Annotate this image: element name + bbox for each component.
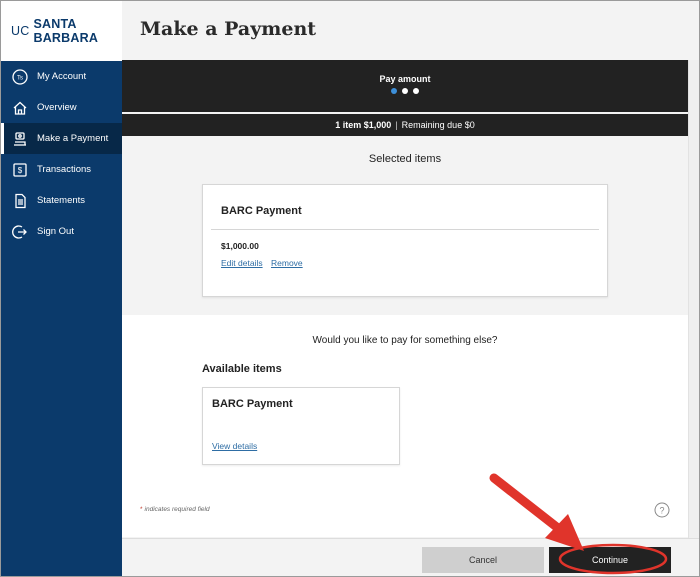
document-icon — [11, 192, 29, 210]
sidebar-item-sign-out[interactable]: Sign Out — [1, 216, 122, 247]
help-icon[interactable]: ? — [654, 502, 670, 518]
page-title: Make a Payment — [140, 18, 317, 40]
edit-details-link[interactable]: Edit details — [221, 258, 263, 268]
logo-santa-barbara: SANTA BARBARA — [33, 17, 99, 45]
selected-item-card: BARC Payment $1,000.00 Edit details Remo… — [202, 184, 608, 297]
svg-text:$: $ — [18, 166, 23, 175]
logo-uc: UC — [11, 24, 30, 38]
continue-button[interactable]: Continue — [549, 547, 671, 573]
sidebar-item-statements[interactable]: Statements — [1, 185, 122, 216]
required-star: * — [140, 506, 143, 513]
required-field-note: * indicates required field — [140, 506, 210, 513]
pay-something-else-question: Would you like to pay for something else… — [312, 335, 498, 346]
card-divider — [211, 229, 599, 230]
ucsb-logo: UC SANTA BARBARA — [1, 1, 122, 61]
action-footer: Cancel Continue — [122, 538, 699, 576]
summary-separator: | — [395, 120, 398, 130]
payment-summary-bar: 1 item $1,000 | Remaining due $0 — [122, 114, 688, 136]
sidebar: UC SANTA BARBARA Ts My Account Overview … — [1, 1, 122, 576]
svg-text:Ts: Ts — [17, 75, 23, 81]
sidebar-item-transactions[interactable]: $ Transactions — [1, 154, 122, 185]
step-dot — [413, 88, 419, 94]
svg-text:?: ? — [659, 506, 664, 516]
dollar-receipt-icon: $ — [11, 161, 29, 179]
sidebar-item-overview[interactable]: Overview — [1, 92, 122, 123]
sign-out-icon — [11, 223, 29, 241]
available-item-card: BARC Payment View details — [202, 387, 400, 465]
summary-remaining: Remaining due $0 — [401, 120, 475, 130]
sidebar-item-label: My Account — [37, 71, 87, 82]
main-content: Make a Payment Pay amount 1 item $1,000 … — [122, 1, 699, 576]
summary-items: 1 item $1,000 — [335, 120, 392, 130]
sidebar-item-label: Overview — [37, 102, 77, 113]
selected-item-name: BARC Payment — [221, 205, 302, 217]
cancel-button[interactable]: Cancel — [422, 547, 544, 573]
available-items-title: Available items — [202, 363, 282, 375]
payment-icon — [11, 130, 29, 148]
step-dot — [402, 88, 408, 94]
sidebar-nav: Ts My Account Overview Make a Payment $ … — [1, 61, 122, 247]
step-dot-active — [391, 88, 397, 94]
selected-item-amount: $1,000.00 — [221, 241, 259, 251]
remove-link[interactable]: Remove — [271, 258, 303, 268]
sidebar-item-make-a-payment[interactable]: Make a Payment — [1, 123, 122, 154]
scrollbar[interactable] — [688, 60, 699, 538]
sidebar-item-my-account[interactable]: Ts My Account — [1, 61, 122, 92]
sidebar-item-label: Statements — [37, 195, 86, 206]
available-item-name: BARC Payment — [212, 398, 293, 410]
sidebar-item-label: Transactions — [37, 164, 92, 175]
step-label: Pay amount — [379, 74, 431, 84]
selected-items-title: Selected items — [368, 153, 442, 165]
ts-badge-icon: Ts — [11, 68, 29, 86]
step-indicator — [122, 88, 688, 94]
required-text: indicates required field — [144, 506, 210, 513]
sidebar-item-label: Make a Payment — [37, 133, 109, 144]
home-icon — [11, 99, 29, 117]
progress-header: Pay amount — [122, 60, 688, 112]
available-items-section: Would you like to pay for something else… — [122, 315, 688, 537]
sidebar-item-label: Sign Out — [37, 226, 74, 237]
view-details-link[interactable]: View details — [212, 441, 257, 451]
